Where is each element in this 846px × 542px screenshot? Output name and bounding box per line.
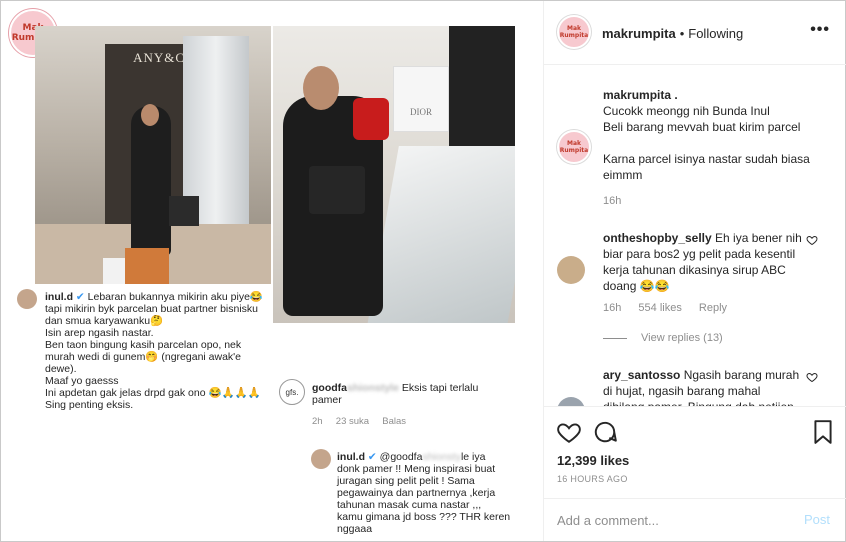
inul-avatar bbox=[17, 289, 37, 309]
image-comment-2-text: pamer bbox=[312, 394, 342, 406]
image-comment-1-line: murah wedi di gunem🤭 (ngregani awak'e bbox=[45, 351, 242, 363]
caption-text: makrumpita . Cucokk meongg nih Bunda Inu… bbox=[603, 87, 823, 183]
post-timestamp[interactable]: 16 HOURS AGO bbox=[557, 474, 628, 484]
image-comment-3-line: nggaaa bbox=[337, 523, 373, 535]
woman-head bbox=[303, 66, 339, 110]
image-comment-1-line: Ben taon bingung kasih parcelan opo, nek bbox=[45, 339, 242, 351]
store-photo: ANY&Co. bbox=[35, 26, 271, 284]
verified-icon: ✔ bbox=[367, 451, 377, 463]
inul-avatar-2 bbox=[311, 449, 331, 469]
post-header: Mak Rumpita makrumpita • Following ••• bbox=[544, 1, 846, 65]
caption-line: Beli barang mevvah buat kirim parcel bbox=[603, 120, 801, 134]
save-bookmark-icon[interactable] bbox=[810, 419, 836, 445]
image-comment-2-meta: 2h 23 suka Balas bbox=[312, 416, 406, 427]
verified-icon: ✔ bbox=[75, 291, 85, 303]
black-handbag bbox=[309, 166, 365, 214]
dior-bag: DIOR bbox=[393, 66, 449, 132]
image-comment-3-line: pegawainya dan partnernya ,kerja bbox=[337, 487, 496, 499]
staff-figure bbox=[449, 26, 515, 146]
display-counter bbox=[367, 146, 515, 323]
caption-username[interactable]: makrumpita . bbox=[603, 87, 823, 103]
dior-bag-label: DIOR bbox=[410, 107, 432, 117]
post-button[interactable]: Post bbox=[804, 512, 830, 527]
comment-meta: 16h 554 likes Reply bbox=[603, 302, 741, 314]
image-comment-1-line: dan smua karyawanku🤔 bbox=[45, 315, 164, 327]
image-comment-2: goodfashionstyle Eksis tapi terlalu pame… bbox=[312, 382, 522, 406]
comment-username[interactable]: ontheshopby_selly bbox=[603, 231, 712, 245]
commenter-avatar[interactable] bbox=[557, 397, 585, 406]
image-comment-2-text: Eksis tapi terlalu bbox=[401, 382, 479, 394]
post-image: Mak Rumpita ANY&Co. DIOR inul.d ✔ Lebara… bbox=[1, 1, 542, 541]
comment-input[interactable] bbox=[557, 509, 787, 531]
caption-line: Karna parcel isinya nastar sudah biasa bbox=[603, 152, 810, 166]
image-comment-3-username: inul.d bbox=[337, 451, 365, 463]
view-replies-button[interactable]: View replies (13) bbox=[603, 332, 723, 344]
add-comment-bar: Post bbox=[544, 498, 846, 541]
image-comment-1-line: tapi mikirin byk parcelan buat partner b… bbox=[45, 303, 259, 315]
boutique-photo: DIOR bbox=[273, 26, 515, 323]
image-comment-2-username: goodfa bbox=[312, 382, 347, 394]
caption-avatar[interactable]: Mak Rumpita bbox=[557, 130, 591, 164]
image-comment-3-line: kamu gimana jd boss ??? THR keren bbox=[337, 511, 511, 523]
likes-count[interactable]: 12,399 likes bbox=[557, 453, 629, 468]
header-user: makrumpita • Following bbox=[602, 26, 743, 41]
blurred-username: shionstyle bbox=[347, 382, 399, 394]
red-handbag bbox=[353, 98, 389, 140]
like-heart-icon[interactable] bbox=[806, 371, 818, 383]
comment-likes[interactable]: 554 likes bbox=[638, 302, 681, 314]
caption-line: Cucokk meongg nih Bunda Inul bbox=[603, 104, 770, 118]
like-icon[interactable] bbox=[556, 419, 582, 445]
image-comment-3: inul.d ✔ @goodfashionstyle iya donk pame… bbox=[337, 451, 537, 535]
person-figure bbox=[131, 106, 171, 256]
commenter-avatar[interactable] bbox=[557, 256, 585, 284]
image-comment-1-line: Sing penting eksis. bbox=[45, 399, 134, 411]
follow-status[interactable]: Following bbox=[688, 26, 743, 41]
person-head bbox=[141, 104, 159, 126]
image-comment-3-mention: @goodfa bbox=[379, 451, 423, 463]
more-options-icon[interactable]: ••• bbox=[810, 21, 830, 39]
separator: • bbox=[679, 26, 685, 41]
action-bar: 12,399 likes 16 HOURS AGO bbox=[544, 406, 846, 506]
caption-time: 16h bbox=[603, 195, 622, 207]
comment-text: ary_santosso Ngasih barang murah di huja… bbox=[603, 367, 803, 406]
comment-text: ontheshopby_selly Eh iya bener nih biar … bbox=[603, 230, 803, 294]
comment-username[interactable]: ary_santosso bbox=[603, 368, 680, 382]
image-comment-1-line: Maaf yo gaesss bbox=[45, 375, 119, 387]
image-comment-1-line: Lebaran bukannya mikirin aku piye😂 bbox=[87, 291, 263, 303]
image-comment-1-line: Isin arep ngasih nastar. bbox=[45, 327, 154, 339]
gfs-avatar: gfs. bbox=[279, 379, 305, 405]
image-comment-1-line: Ini apdetan gak jelas drpd gak ono 😂🙏🙏🙏 bbox=[45, 387, 261, 399]
orange-box bbox=[125, 248, 169, 284]
image-comment-2-reply: Balas bbox=[382, 416, 407, 427]
reply-button[interactable]: Reply bbox=[699, 302, 727, 314]
profile-avatar[interactable]: Mak Rumpita bbox=[557, 15, 591, 49]
replies-line bbox=[603, 337, 627, 339]
comment-time: 16h bbox=[603, 302, 622, 314]
handbag bbox=[169, 196, 199, 226]
image-comment-1: inul.d ✔ Lebaran bukannya mikirin aku pi… bbox=[45, 291, 285, 411]
image-comment-1-username: inul.d bbox=[45, 291, 73, 303]
comment-icon[interactable] bbox=[592, 419, 618, 445]
image-comment-3-line: le iya bbox=[460, 451, 486, 463]
profile-username[interactable]: makrumpita bbox=[602, 26, 676, 41]
image-comment-3-line: donk pamer !! Meng inspirasi buat bbox=[337, 463, 496, 475]
image-comment-2-time: 2h bbox=[312, 416, 323, 427]
image-comment-2-likes: 23 suka bbox=[335, 416, 370, 427]
comments-list: Mak Rumpita makrumpita . Cucokk meongg n… bbox=[544, 66, 846, 406]
caption-line: eimmm bbox=[603, 168, 643, 182]
view-replies-label: View replies (13) bbox=[641, 332, 723, 344]
image-comment-3-line: juragan sing pelit pelit ! Sama bbox=[337, 475, 475, 487]
image-comment-3-line: tahunan masak cuma nastar ,,, bbox=[337, 499, 482, 511]
like-heart-icon[interactable] bbox=[806, 234, 818, 246]
image-comment-1-line: dewe). bbox=[45, 363, 77, 375]
post-sidebar: Mak Rumpita makrumpita • Following ••• Mak… bbox=[543, 1, 846, 541]
blurred-mention: shionsty bbox=[422, 451, 461, 463]
